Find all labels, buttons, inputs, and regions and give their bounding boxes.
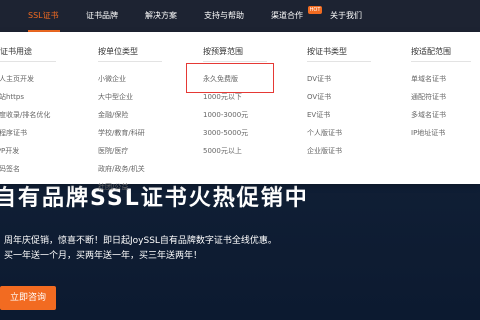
menu-column-by-certificate-type: 按证书类型 DV证书 OV证书 EV证书 个人版证书 企业版证书 — [307, 46, 371, 155]
menu-item[interactable]: 社团/公益 — [98, 182, 128, 192]
menu-item[interactable]: 百度收录/排名优化 — [0, 110, 50, 120]
menu-item[interactable]: 大中型企业 — [98, 92, 133, 102]
menu-item[interactable]: 个人主页开发 — [0, 74, 34, 84]
ssl-dropdown-menu: 按证书用途 个人主页开发 网站https 百度收录/排名优化 小程序证书 APP… — [0, 32, 480, 191]
divider — [307, 61, 371, 62]
menu-item[interactable]: 小程序证书 — [0, 128, 27, 138]
menu-item[interactable]: DV证书 — [307, 74, 331, 84]
menu-item[interactable]: 网站https — [0, 92, 24, 102]
divider — [203, 61, 267, 62]
nav-item-solutions[interactable]: 解决方案 — [145, 0, 177, 32]
hero-offer-text: 买一年送一个月，买两年送一年，买三年送两年！ — [4, 251, 203, 261]
highlight-annotation — [186, 63, 274, 93]
menu-column-by-usage: 按证书用途 个人主页开发 网站https 百度收录/排名优化 小程序证书 APP… — [0, 46, 56, 173]
menu-column-by-coverage: 按适配范围 单域名证书 通配符证书 多域名证书 IP地址证书 — [411, 46, 471, 137]
menu-item[interactable]: 小微企业 — [98, 74, 126, 84]
menu-item[interactable]: EV证书 — [307, 110, 330, 120]
menu-item[interactable]: 多域名证书 — [411, 110, 446, 120]
menu-item[interactable]: APP开发 — [0, 146, 19, 156]
menu-item[interactable]: 政府/政务/机关 — [98, 164, 145, 174]
menu-column-by-budget: 按预算范围 永久免费版 1000元以下 1000-3000元 3000-5000… — [203, 46, 267, 155]
nav-item-ssl-certificates[interactable]: SSL证书 — [28, 0, 59, 32]
menu-column-header: 按单位类型 — [98, 47, 138, 56]
menu-item[interactable]: 企业版证书 — [307, 146, 342, 156]
menu-item[interactable]: 金融/保险 — [98, 110, 128, 120]
menu-column-header: 按证书类型 — [307, 47, 347, 56]
menu-item[interactable]: 代码签名 — [0, 164, 20, 174]
hero-title: 自有品牌SSL证书火热促销中 — [0, 186, 309, 211]
menu-column-header: 按适配范围 — [411, 47, 451, 56]
nav-item-support-help[interactable]: 支持与帮助 — [204, 0, 244, 32]
menu-item[interactable]: 1000元以下 — [203, 92, 242, 102]
menu-item[interactable]: 个人版证书 — [307, 128, 342, 138]
hero-subtitle: 周年庆促销，惊喜不断！即日起JoySSL自有品牌数字证书全线优惠。 — [4, 236, 277, 246]
divider — [0, 61, 56, 62]
top-nav: SSL证书 证书品牌 解决方案 支持与帮助 渠道合作 HOT 关于我们 — [0, 0, 480, 32]
nav-item-certificate-brands[interactable]: 证书品牌 — [86, 0, 118, 32]
divider — [98, 61, 162, 62]
nav-item-channel-partnership[interactable]: 渠道合作 — [271, 0, 303, 32]
menu-item[interactable]: 医院/医疗 — [98, 146, 128, 156]
hot-badge: HOT — [308, 6, 322, 14]
menu-column-by-organization: 按单位类型 小微企业 大中型企业 金融/保险 学校/教育/科研 医院/医疗 政府… — [98, 46, 162, 191]
menu-item[interactable]: IP地址证书 — [411, 128, 445, 138]
menu-item[interactable]: 通配符证书 — [411, 92, 446, 102]
divider — [411, 61, 471, 62]
consult-now-button[interactable]: 立即咨询 — [0, 286, 56, 310]
nav-item-about-us[interactable]: 关于我们 — [330, 0, 362, 32]
menu-column-header: 按预算范围 — [203, 47, 243, 56]
menu-item[interactable]: 单域名证书 — [411, 74, 446, 84]
menu-item[interactable]: 3000-5000元 — [203, 128, 248, 138]
menu-item[interactable]: 5000元以上 — [203, 146, 242, 156]
menu-item[interactable]: OV证书 — [307, 92, 331, 102]
menu-item[interactable]: 学校/教育/科研 — [98, 128, 145, 138]
menu-column-header: 按证书用途 — [0, 47, 32, 56]
menu-item[interactable]: 1000-3000元 — [203, 110, 248, 120]
